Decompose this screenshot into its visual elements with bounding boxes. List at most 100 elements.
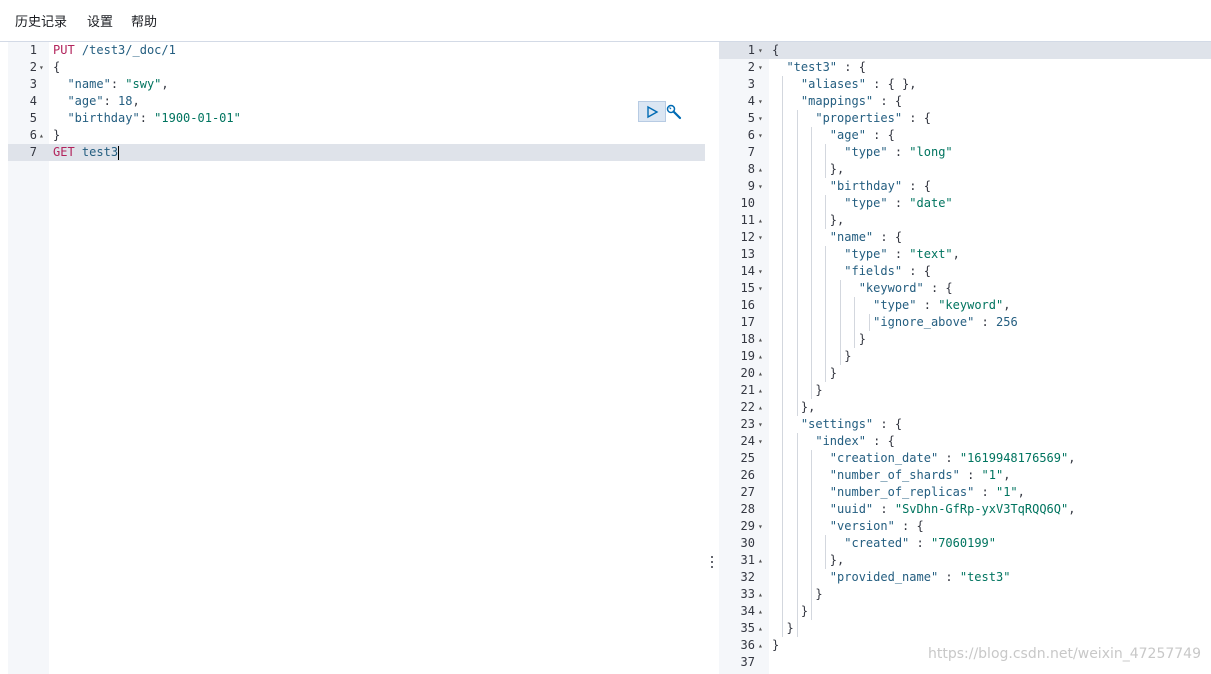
fold-expand-icon[interactable]: ▴: [758, 161, 763, 178]
line-number: 17: [740, 315, 755, 329]
fold-collapse-icon[interactable]: ▾: [758, 110, 763, 127]
fold-collapse-icon[interactable]: ▾: [758, 263, 763, 280]
code-token: "ignore_above": [873, 315, 975, 329]
code-text: "age": 18,: [53, 93, 139, 110]
request-editor[interactable]: 1 PUT /test3/_doc/1 2 ▾{3 "name": "swy", 4 "…: [8, 42, 705, 674]
code-token: },: [829, 553, 845, 567]
code-line: 3 "name": "swy",: [8, 76, 705, 93]
code-token: PUT: [53, 43, 75, 57]
pane-resize-handle[interactable]: [710, 556, 714, 570]
code-text: },: [772, 399, 815, 416]
fold-collapse-icon[interactable]: ▾: [758, 42, 763, 59]
run-request-button[interactable]: [638, 101, 666, 122]
code-text: "provided_name" : "test3": [772, 569, 1011, 586]
fold-expand-icon[interactable]: ▴: [758, 603, 763, 620]
code-token: test3: [81, 145, 119, 159]
code-token: "uuid": [829, 502, 874, 516]
code-token: :: [887, 196, 910, 210]
fold-expand-icon[interactable]: ▴: [39, 127, 44, 144]
fold-expand-icon[interactable]: ▴: [758, 586, 763, 603]
code-token: "1": [981, 468, 1004, 482]
line-number: 10: [740, 196, 755, 210]
code-line: 7 GET test3: [8, 144, 705, 161]
code-token: "test3": [786, 60, 838, 74]
code-token: :: [974, 315, 996, 329]
fold-collapse-icon[interactable]: ▾: [39, 59, 44, 76]
fold-collapse-icon[interactable]: ▾: [758, 518, 763, 535]
response-viewer[interactable]: 1 ▾{2 ▾ "test3" : {3 "aliases" : { }, 4 ▾ "m…: [719, 42, 1211, 674]
line-number: 1: [29, 43, 37, 57]
code-text: "creation_date" : "1619948176569",: [772, 450, 1076, 467]
text-cursor: [118, 145, 120, 160]
fold-collapse-icon[interactable]: ▾: [758, 280, 763, 297]
line-number: 19: [740, 349, 755, 363]
code-token: "1": [995, 485, 1018, 499]
fold-expand-icon[interactable]: ▴: [758, 399, 763, 416]
code-token: "1619948176569": [959, 451, 1069, 465]
code-token: : {: [902, 179, 931, 193]
fold-expand-icon[interactable]: ▴: [758, 382, 763, 399]
menu-settings[interactable]: 设置: [87, 14, 113, 32]
fold-collapse-icon[interactable]: ▾: [758, 59, 763, 76]
fold-collapse-icon[interactable]: ▾: [758, 178, 763, 195]
code-text: "type" : "keyword",: [772, 297, 1010, 314]
code-token: ,: [1068, 451, 1076, 465]
fold-expand-icon[interactable]: ▴: [758, 365, 763, 382]
code-line: 16 "type" : "keyword",: [719, 297, 1211, 314]
code-line: 22 ▴ },: [719, 399, 1211, 416]
fold-collapse-icon[interactable]: ▾: [758, 229, 763, 246]
line-number: 16: [740, 298, 755, 312]
menu-help[interactable]: 帮助: [131, 14, 157, 32]
code-token: : {: [873, 230, 903, 244]
code-token: "SvDhn-GfRp-yxV3TqRQQ6Q": [894, 502, 1069, 516]
code-text: {: [772, 42, 779, 59]
code-token: :: [938, 451, 960, 465]
code-line: 17 "ignore_above" : 256: [719, 314, 1211, 331]
line-number: 29: [740, 519, 755, 533]
line-number: 32: [740, 570, 755, 584]
code-line: 8 ▴ },: [719, 161, 1211, 178]
fold-expand-icon[interactable]: ▴: [758, 620, 763, 637]
code-token: }: [786, 621, 794, 635]
indent-guide: [796, 110, 798, 416]
line-number: 7: [747, 145, 755, 159]
fold-expand-icon[interactable]: ▴: [758, 348, 763, 365]
fold-collapse-icon[interactable]: ▾: [758, 433, 763, 450]
code-token: {: [772, 43, 780, 57]
fold-expand-icon[interactable]: ▴: [758, 552, 763, 569]
code-token: ,: [1003, 468, 1011, 482]
menu-history[interactable]: 历史记录: [15, 14, 67, 32]
line-number: 22: [740, 400, 755, 414]
line-number: 24: [740, 434, 755, 448]
code-text: }: [772, 331, 866, 348]
fold-expand-icon[interactable]: ▴: [758, 212, 763, 229]
code-token: },: [800, 400, 816, 414]
fold-collapse-icon[interactable]: ▾: [758, 93, 763, 110]
code-token: GET: [53, 145, 75, 159]
line-number: 4: [747, 94, 755, 108]
code-line: 2 ▾ {: [8, 59, 705, 76]
request-options-button[interactable]: [664, 101, 684, 122]
code-token: "type": [844, 145, 888, 159]
code-token: "provided_name": [829, 570, 939, 584]
line-number: 1: [747, 43, 755, 57]
code-token: :: [887, 145, 910, 159]
fold-collapse-icon[interactable]: ▾: [758, 127, 763, 144]
fold-expand-icon[interactable]: ▴: [758, 637, 763, 654]
fold-collapse-icon[interactable]: ▾: [758, 416, 763, 433]
line-number: 9: [747, 179, 755, 193]
code-token: "type": [844, 247, 888, 261]
fold-expand-icon[interactable]: ▴: [758, 331, 763, 348]
code-token: 256: [996, 315, 1018, 329]
code-token: ,: [161, 77, 169, 91]
